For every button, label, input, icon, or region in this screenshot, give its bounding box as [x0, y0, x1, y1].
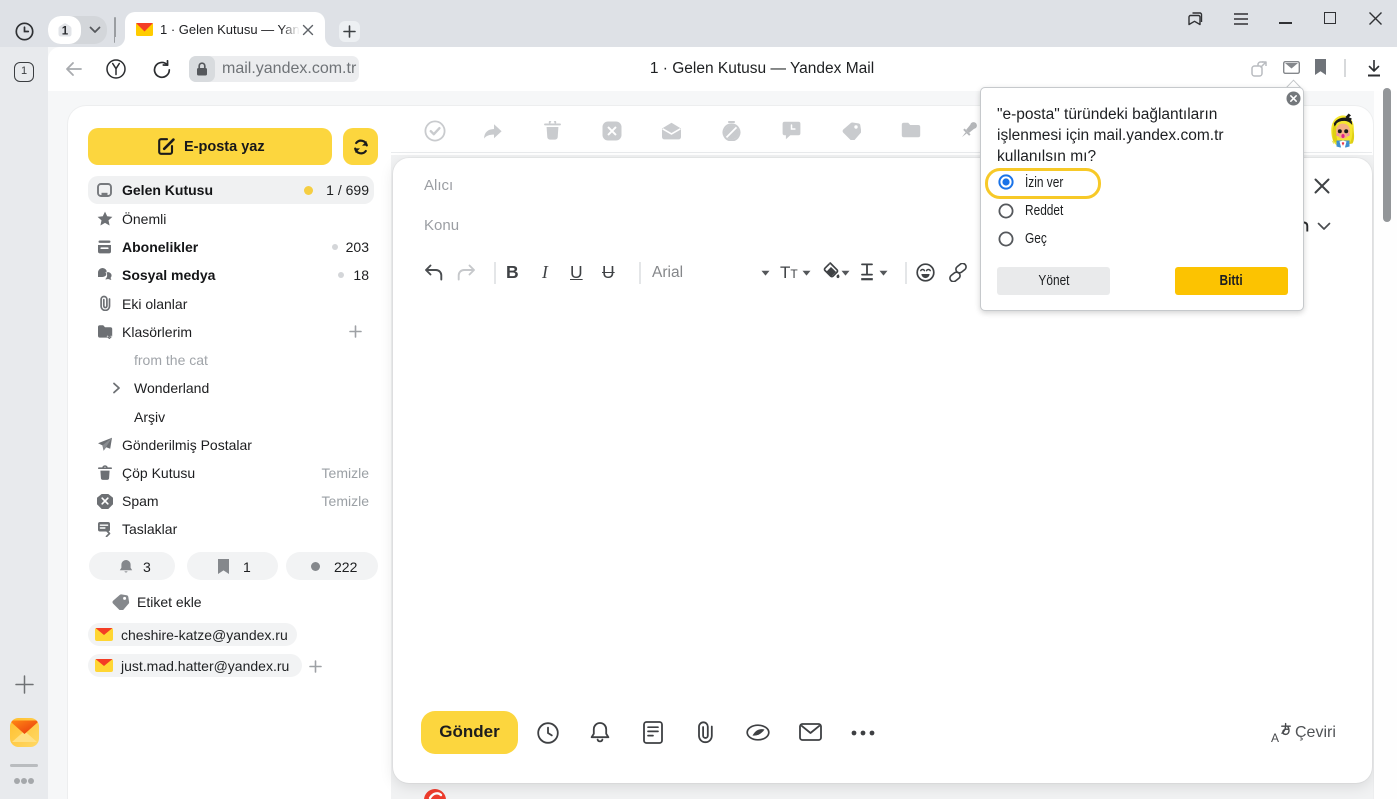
svg-text:1: 1: [61, 25, 68, 37]
svg-text:A: A: [1271, 731, 1279, 743]
